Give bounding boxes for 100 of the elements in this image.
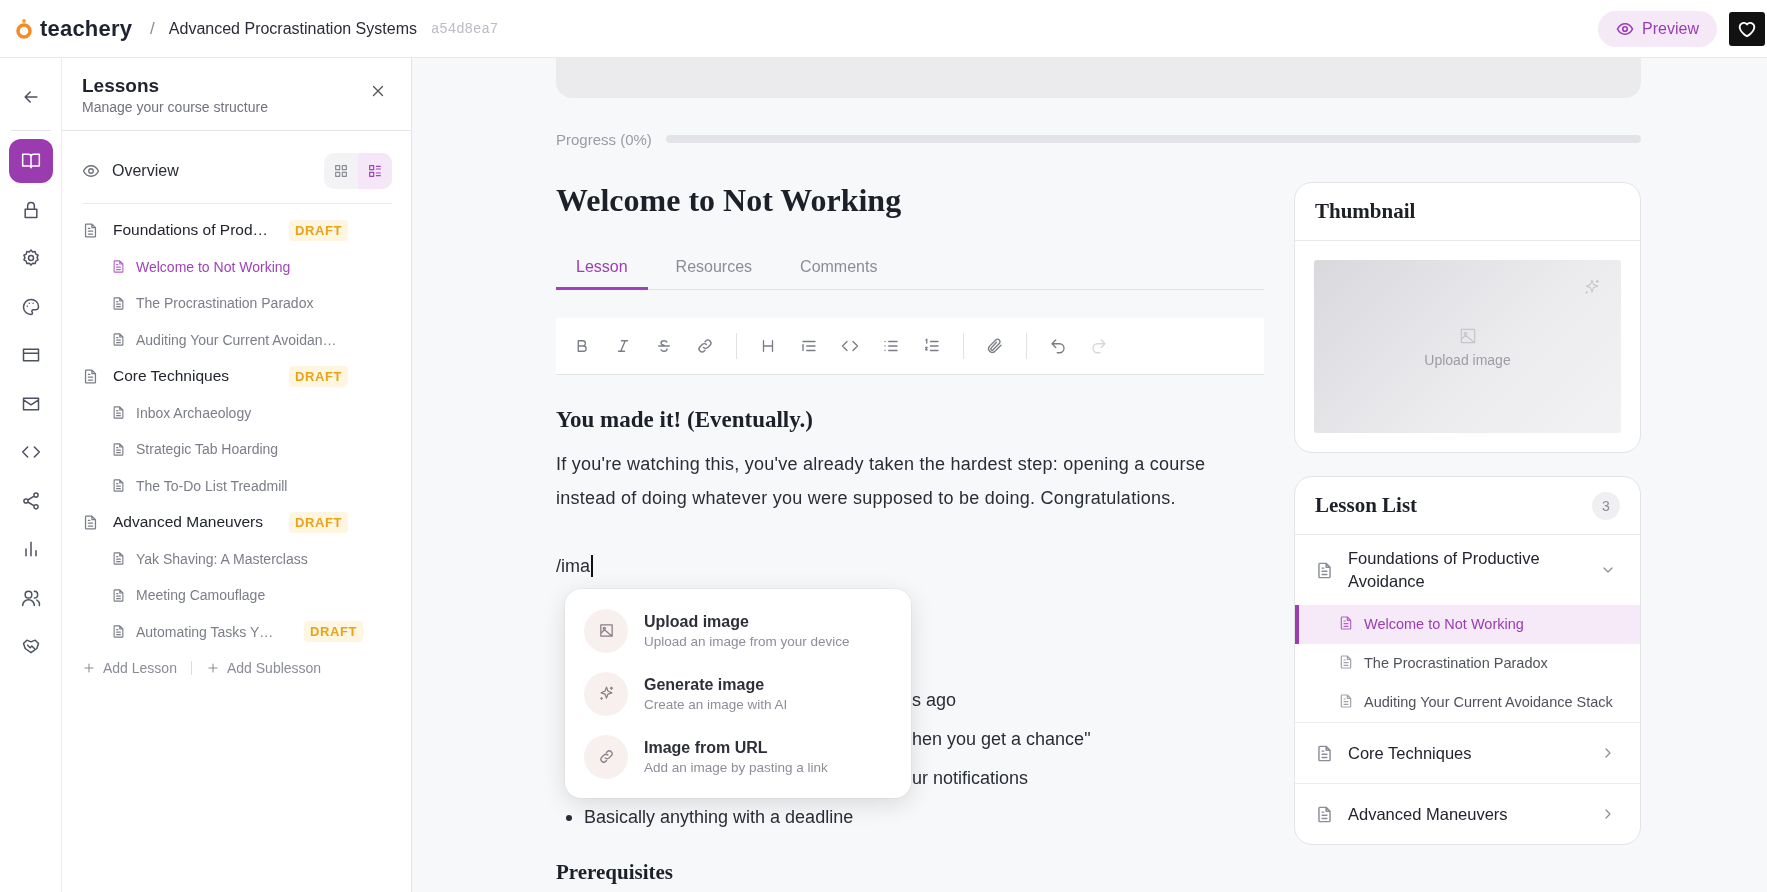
palette-icon xyxy=(20,296,41,317)
menu-item[interactable]: Generate image Create an image with AI xyxy=(565,662,911,725)
view-toggle-button[interactable] xyxy=(358,153,392,189)
strikethrough-icon xyxy=(655,337,673,355)
lesson-item[interactable]: Meeting Camouflage xyxy=(82,577,392,614)
logo-text: teachery xyxy=(40,15,133,42)
document-icon xyxy=(111,295,126,311)
lesson-item[interactable]: Welcome to Not Working xyxy=(82,248,392,285)
text-cursor xyxy=(591,555,593,577)
slash-command-text: /ima xyxy=(556,555,590,578)
document-icon xyxy=(1315,560,1334,580)
overview-link[interactable]: Overview xyxy=(112,162,312,180)
lesson-item[interactable]: Auditing Your Current Avoidan… xyxy=(82,321,392,358)
document-icon xyxy=(82,367,99,385)
section-item[interactable]: Core Techniques DRAFT xyxy=(82,358,392,395)
menu-item-description: Create an image with AI xyxy=(644,696,788,712)
tab[interactable]: Lesson xyxy=(556,246,648,290)
lesson-row[interactable]: Auditing Your Current Avoidance Stack xyxy=(1295,683,1640,722)
lesson-item[interactable]: Yak Shaving: A Masterclass xyxy=(82,540,392,577)
list-item-text: Basically anything with a deadline xyxy=(584,807,854,828)
document-icon xyxy=(111,587,126,603)
list-item-text: s ago xyxy=(912,690,957,711)
add-sublesson-button[interactable]: Add Sublesson xyxy=(205,660,322,677)
section-item[interactable]: Advanced Maneuvers DRAFT xyxy=(82,504,392,541)
list-item-text: hen you get a chance" xyxy=(912,729,1091,750)
document-icon xyxy=(1338,693,1354,709)
lesson-item[interactable]: The To-Do List Treadmill xyxy=(82,467,392,504)
lesson-item[interactable]: Automating Tasks Y… DRAFT xyxy=(82,613,392,650)
tab[interactable]: Resources xyxy=(655,246,773,290)
lesson-item[interactable]: Inbox Archaeology xyxy=(82,394,392,431)
document-icon xyxy=(1338,615,1354,631)
share-icon xyxy=(20,490,41,511)
grid-view-icon xyxy=(333,163,349,179)
progress-label: Progress (0%) xyxy=(556,130,652,148)
tab[interactable]: Comments xyxy=(780,246,898,290)
section-item[interactable]: Foundations of Prod… DRAFT xyxy=(82,212,392,249)
list-item-text: ur notifications xyxy=(912,768,1029,789)
lesson-row[interactable]: The Procrastination Paradox xyxy=(1295,644,1640,683)
menu-item-description: Upload an image from your device xyxy=(644,633,850,649)
nav-button[interactable] xyxy=(8,139,53,183)
upload-label: Upload image xyxy=(1424,351,1511,368)
lesson-item[interactable]: The Procrastination Paradox xyxy=(82,285,392,322)
link-icon xyxy=(597,748,615,765)
plus-icon xyxy=(82,661,96,676)
link-icon xyxy=(696,337,714,355)
menu-item[interactable]: Image from URL Add an image by pasting a link xyxy=(565,725,911,788)
course-id: a54d8ea7 xyxy=(430,20,499,37)
draft-badge: DRAFT xyxy=(289,365,349,387)
document-icon xyxy=(111,624,126,640)
sparkle-icon xyxy=(597,685,615,702)
favorite-button[interactable] xyxy=(1729,11,1765,46)
sparkle-icon xyxy=(1583,278,1601,296)
redo-icon xyxy=(1090,337,1108,355)
lesson-row[interactable]: Welcome to Not Working xyxy=(1295,605,1640,644)
document-icon xyxy=(1315,743,1334,763)
document-icon xyxy=(82,221,99,239)
document-icon xyxy=(111,332,126,348)
course-title: Advanced Procrastination Systems xyxy=(168,19,417,38)
add-lesson-button[interactable]: Add Lesson xyxy=(82,660,177,677)
document-icon xyxy=(111,405,126,421)
panel-subtitle: Manage your course structure xyxy=(82,98,268,116)
book-icon xyxy=(20,151,41,171)
menu-item-title: Upload image xyxy=(644,612,750,631)
document-icon xyxy=(111,478,126,494)
image-icon xyxy=(597,622,615,639)
lesson-title: Welcome to Not Working xyxy=(556,182,903,218)
card-title: Lesson List xyxy=(1315,493,1418,518)
document-icon xyxy=(111,551,126,567)
section-row[interactable]: Core Techniques xyxy=(1295,723,1640,783)
list-view-icon xyxy=(367,163,383,179)
undo-icon xyxy=(1049,337,1067,355)
document-icon xyxy=(111,441,126,457)
menu-item-description: Add an image by pasting a link xyxy=(644,759,828,775)
lesson-item[interactable]: Strategic Tab Hoarding xyxy=(82,431,392,468)
content-heading: Prerequisites xyxy=(556,859,675,885)
draft-badge: DRAFT xyxy=(304,621,364,643)
card-title: Thumbnail xyxy=(1315,199,1416,224)
paperclip-icon xyxy=(986,337,1004,355)
section-row[interactable]: Foundations of Productive Avoidance xyxy=(1295,535,1640,605)
count-badge: 3 xyxy=(1592,491,1620,520)
document-icon xyxy=(82,513,99,531)
panel-title: Lessons xyxy=(82,74,161,98)
plus-icon xyxy=(205,661,220,676)
card-icon xyxy=(20,345,41,365)
eye-icon xyxy=(82,162,100,180)
settings-icon xyxy=(20,248,41,268)
logo-icon xyxy=(14,17,34,40)
bullet-icon xyxy=(566,814,572,821)
content-heading: You made it! (Eventually.) xyxy=(556,406,814,434)
content-paragraph: If you're watching this, you've already taken the hardest step: opening a course instead of doing whatever you were supposed to be doing. Congratulations. xyxy=(556,453,1207,510)
menu-item-title: Generate image xyxy=(644,675,766,694)
preview-button[interactable]: Preview xyxy=(1598,10,1717,47)
document-icon xyxy=(111,259,126,275)
draft-badge: DRAFT xyxy=(289,511,349,533)
document-icon xyxy=(1315,804,1334,824)
menu-item-title: Image from URL xyxy=(644,738,769,757)
menu-item[interactable]: Upload image Upload an image from your device xyxy=(565,599,911,662)
breadcrumb-separator: / xyxy=(150,18,155,39)
section-row[interactable]: Advanced Maneuvers xyxy=(1295,784,1640,844)
document-icon xyxy=(1338,654,1354,670)
